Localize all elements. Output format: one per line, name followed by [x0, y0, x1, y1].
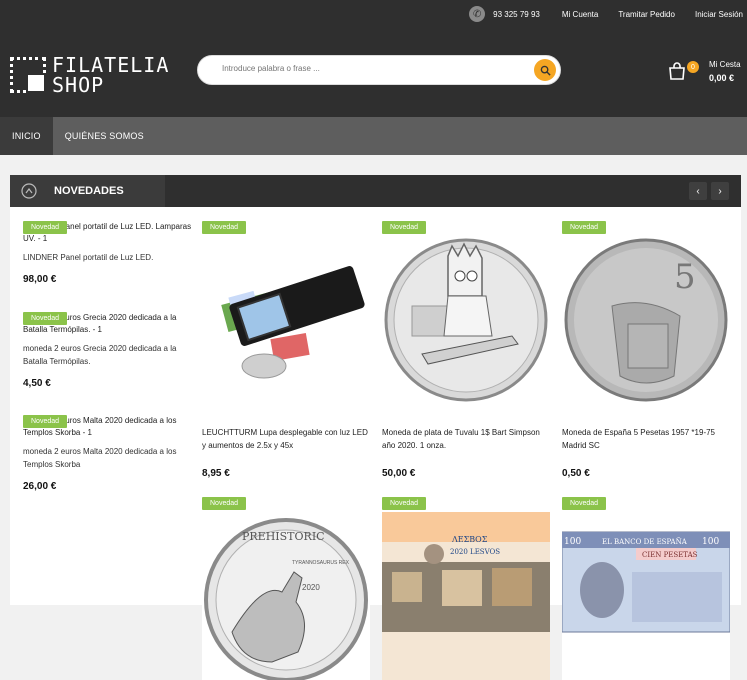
note-number-left: 100 [564, 537, 581, 547]
product-title[interactable]: Moneda de plata de Tuvalu 1$ Bart Simpso… [382, 426, 552, 452]
cart-count-badge: 0 [687, 61, 699, 73]
main-nav: INICIO QUIÉNES SOMOS [0, 117, 747, 155]
note-value: CIEN PESETAS [642, 551, 698, 559]
stamp-subtext: 2020 LESVOS [450, 548, 500, 556]
novedades-tab[interactable]: NOVEDADES [10, 175, 165, 207]
list-item-desc: moneda 2 euros Malta 2020 dedicada a los… [23, 447, 177, 469]
logo-line-2: SHOP [52, 73, 105, 97]
magnifier-image[interactable] [202, 236, 370, 404]
novedad-badge: Novedad [382, 221, 427, 234]
product-card[interactable]: PREHISTORIC TYRANNOSAURUS REX 2020 Noved… [202, 497, 372, 680]
novedad-badge: Novedad [202, 497, 247, 510]
product-card[interactable]: Novedad Moneda de plata de Tuvalu 1$ Bar… [382, 221, 552, 481]
top-header: ✆ 93 325 79 93 Mi Cuenta Tramitar Pedido… [0, 0, 747, 117]
novedades-panel: NOVEDADES ‹ › LINDNER Panel portatil de … [10, 175, 741, 680]
logo-line-1: FILATELIA [52, 53, 170, 77]
bart-coin-image[interactable] [382, 236, 550, 404]
list-item-price: 26,00 € [23, 481, 57, 492]
coin-year: 2020 [302, 583, 320, 592]
list-item-price: 4,50 € [23, 378, 51, 389]
next-arrow-button[interactable]: › [711, 182, 729, 200]
nav-item-inicio[interactable]: INICIO [0, 117, 53, 155]
top-links: ✆ 93 325 79 93 Mi Cuenta Tramitar Pedido… [469, 4, 747, 24]
coin-subtext: TYRANNOSAURUS REX [292, 560, 350, 566]
note-header: EL BANCO DE ESPAÑA [602, 537, 688, 546]
coin-text: PREHISTORIC [242, 530, 325, 543]
logo-text: FILATELIA SHOP [52, 55, 169, 95]
product-card[interactable]: Novedad LEUCHTTURM Lupa desplegable con … [202, 221, 372, 481]
product-price: 8,95 € [202, 468, 230, 479]
stamp-round-icon [21, 183, 37, 199]
login-link[interactable]: Iniciar Sesión [695, 10, 743, 19]
lesvos-stamp-image[interactable]: ΛΕΣΒΟΣ 2020 LESVOS [382, 512, 550, 680]
list-item-desc: LINDNER Panel portatil de Luz LED. [23, 253, 154, 262]
prehistoric-coin-image[interactable]: PREHISTORIC TYRANNOSAURUS REX 2020 [202, 512, 370, 680]
product-price: 50,00 € [382, 468, 416, 479]
novedad-badge: Novedad [23, 221, 68, 234]
search-input[interactable] [222, 64, 522, 73]
cart[interactable]: 0 Mi Cesta 0,00 € [667, 60, 747, 90]
novedad-badge: Novedad [23, 312, 68, 325]
product-title[interactable]: Moneda de España 5 Pesetas 1957 *19-75 M… [562, 426, 732, 452]
novedad-badge: Novedad [562, 221, 607, 234]
stamp-text: ΛΕΣΒΟΣ [451, 535, 488, 544]
novedad-badge: Novedad [382, 497, 427, 510]
list-item[interactable]: moneda 2 euros Grecia 2020 dedicada a la… [23, 312, 193, 389]
nav-item-quienes-somos[interactable]: QUIÉNES SOMOS [53, 117, 156, 155]
product-title[interactable]: LEUCHTTURM Lupa desplegable con luz LED … [202, 426, 372, 452]
list-item-price: 98,00 € [23, 274, 57, 285]
shopping-bag-icon [669, 62, 685, 80]
list-item[interactable]: LINDNER Panel portatil de Luz LED. Lampa… [23, 221, 193, 285]
product-price: 0,50 € [562, 468, 590, 479]
phone-number: 93 325 79 93 [493, 9, 540, 19]
panel-header: NOVEDADES ‹ › [10, 175, 741, 207]
cart-total: 0,00 € [709, 73, 735, 83]
product-card[interactable]: EL BANCO DE ESPAÑA 100 100 CIEN PESETAS … [562, 497, 732, 680]
peseta-coin-image[interactable]: 5 [562, 236, 730, 404]
carousel-arrows: ‹ › [689, 182, 729, 200]
cart-label: Mi Cesta [709, 60, 741, 69]
my-account-link[interactable]: Mi Cuenta [562, 10, 598, 19]
note-number-right: 100 [702, 537, 719, 547]
svg-text:5: 5 [674, 257, 696, 297]
checkout-link[interactable]: Tramitar Pedido [618, 10, 675, 19]
section-title: NOVEDADES [54, 185, 124, 197]
stamp-logo-icon [10, 57, 46, 93]
novedad-badge: Novedad [23, 415, 68, 428]
site-logo[interactable]: FILATELIA SHOP [10, 55, 169, 95]
banknote-image[interactable]: EL BANCO DE ESPAÑA 100 100 CIEN PESETAS [562, 512, 730, 680]
list-item-desc: moneda 2 euros Grecia 2020 dedicada a la… [23, 344, 177, 366]
phone-icon: ✆ [469, 6, 486, 22]
list-item[interactable]: moneda 2 euros Malta 2020 dedicada a los… [23, 415, 193, 492]
product-card[interactable]: ΛΕΣΒΟΣ 2020 LESVOS Novedad [382, 497, 552, 680]
prev-arrow-button[interactable]: ‹ [689, 182, 707, 200]
novedad-badge: Novedad [202, 221, 247, 234]
product-card[interactable]: 5 Novedad Moneda de España 5 Pesetas 195… [562, 221, 732, 481]
novedad-badge: Novedad [562, 497, 607, 510]
search-bar [197, 55, 561, 85]
search-button[interactable] [534, 59, 556, 81]
search-icon [540, 65, 551, 76]
